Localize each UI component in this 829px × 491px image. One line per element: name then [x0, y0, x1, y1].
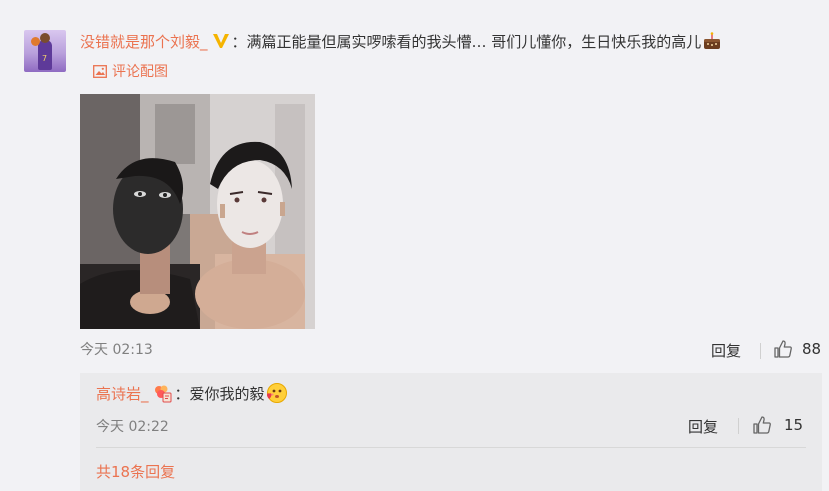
comment-like-count: 88	[802, 340, 822, 358]
like-icon[interactable]	[773, 339, 793, 359]
avatar-basketball	[31, 37, 40, 46]
subcomment-username[interactable]: 高诗岩_	[96, 385, 149, 403]
subcomment-action-separator	[738, 418, 739, 434]
love-face-emoji-icon	[265, 382, 287, 404]
comment-photo[interactable]	[80, 94, 315, 329]
comment-username[interactable]: 没错就是那个刘毅_	[80, 33, 208, 51]
more-replies-link[interactable]: 共18条回复	[96, 461, 175, 482]
comment-reply-button[interactable]: 回复	[711, 340, 741, 361]
subcomment-time: 今天 02:22	[96, 419, 169, 435]
vip-v-icon[interactable]	[212, 32, 230, 50]
comment-time: 今天 02:13	[80, 342, 153, 358]
avatar-head	[40, 33, 50, 43]
picture-icon	[93, 64, 112, 80]
subcomment-separator: ：	[174, 385, 190, 403]
action-separator	[760, 343, 761, 359]
subcomment-like-icon[interactable]	[752, 415, 772, 435]
avatar[interactable]: 7	[24, 30, 66, 72]
subcomment-box: 高诗岩_ ：爱你我的毅 今天 02:22 回复 15 共18条回复	[80, 373, 822, 491]
cake-emoji-icon	[702, 31, 722, 51]
avatar-jersey-number: 7	[42, 54, 48, 63]
subcomment-text: 爱你我的毅	[189, 385, 265, 403]
comment-content: 没错就是那个刘毅_ ：满篇正能量但属实啰嗦看的我头懵… 哥们儿懂你，生日快乐我的高…	[80, 30, 722, 54]
comment-picture-link[interactable]: 评论配图	[93, 62, 168, 82]
subcomment-divider	[96, 447, 806, 448]
comment-text: 满篇正能量但属实啰嗦看的我头懵… 哥们儿懂你，生日快乐我的高儿	[246, 33, 702, 51]
flower-badge-icon	[151, 382, 173, 404]
subcomment-reply-button[interactable]: 回复	[688, 416, 718, 437]
subcomment-content: 高诗岩_ ：爱你我的毅	[96, 381, 287, 407]
subcomment-like-count: 15	[784, 416, 804, 434]
comment-separator: ：	[231, 33, 247, 51]
picture-link-label: 评论配图	[112, 64, 168, 80]
